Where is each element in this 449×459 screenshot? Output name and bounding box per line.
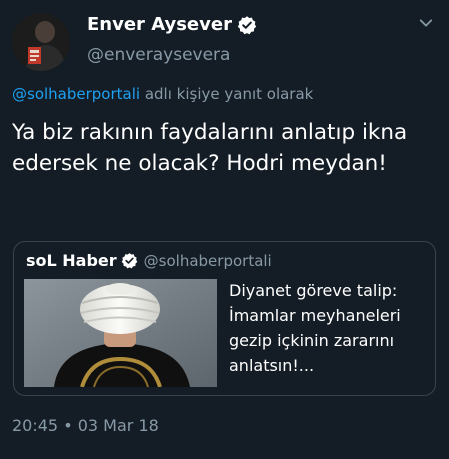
tweet-card: Enver Aysever @enveraysevera @solhaberpo… [0,0,449,459]
quote-verified-badge-icon [121,253,137,269]
author-handle[interactable]: @enveraysevera [87,45,230,65]
author-avatar[interactable] [12,13,70,71]
author-name-row[interactable]: Enver Aysever [87,14,257,35]
quote-author-name[interactable]: soL Haber [26,251,117,270]
reply-suffix: adlı kişiye yanıt olarak [144,85,314,103]
verified-badge-icon [237,15,257,34]
reply-context: @solhaberportali adlı kişiye yanıt olara… [12,85,313,103]
reply-mention-link[interactable]: @solhaberportali [12,85,140,103]
tweet-timestamp[interactable]: 20:45 • 03 Mar 18 [12,416,159,435]
quote-text: Diyanet göreve talip: İmamlar meyhaneler… [229,281,401,375]
avatar-photo [12,13,70,71]
tweet-text: Ya biz rakının faydalarını anlatıp ikna … [12,120,408,176]
quote-image[interactable] [24,279,217,387]
author-name[interactable]: Enver Aysever [87,14,232,35]
chevron-down-icon[interactable] [417,14,435,32]
quote-author-handle[interactable]: @solhaberportali [144,252,272,270]
quoted-tweet[interactable]: soL Haber @solhaberportali Diyanet görev… [13,241,436,396]
imam-photo [24,279,217,387]
quote-header: soL Haber @solhaberportali [26,251,272,270]
